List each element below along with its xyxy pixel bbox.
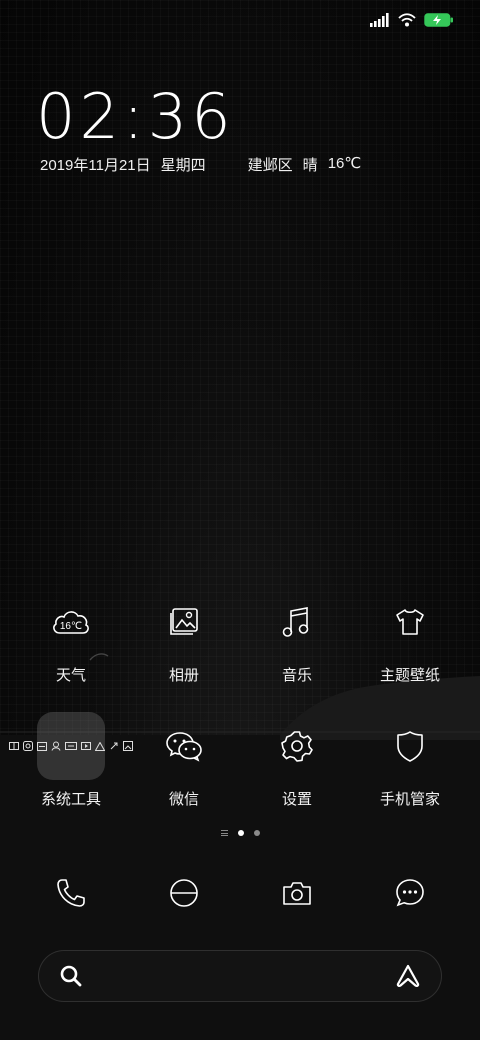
search-icon[interactable] <box>59 964 83 988</box>
dock-messages[interactable] <box>360 865 460 921</box>
app-label-security: 手机管家 <box>379 791 440 808</box>
location-text: 建邺区 <box>247 157 293 174</box>
app-music[interactable]: 音乐 <box>247 588 347 685</box>
minus-one-screen-icon <box>220 830 228 836</box>
app-settings[interactable]: 设置 <box>247 712 347 809</box>
app-weather[interactable]: 16℃ 天气 <box>21 588 121 685</box>
gallery-icon <box>150 588 218 656</box>
app-label-themes: 主题壁纸 <box>379 667 440 684</box>
weather-text: 晴 <box>302 157 318 174</box>
dock-camera[interactable] <box>247 865 347 921</box>
weather-cloud-icon: 16℃ <box>37 588 105 656</box>
messages-icon <box>382 865 438 921</box>
app-label-music: 音乐 <box>281 667 312 684</box>
assistant-icon[interactable] <box>395 964 421 988</box>
wifi-icon <box>398 13 416 27</box>
search-bar[interactable] <box>38 950 442 1002</box>
dock-phone[interactable] <box>21 865 121 921</box>
signal-icon <box>370 13 389 27</box>
page-indicator[interactable] <box>0 830 480 836</box>
folder-icon <box>9 712 133 780</box>
camera-icon <box>269 865 325 921</box>
music-icon <box>263 588 331 656</box>
page-dot <box>253 830 260 836</box>
clock-time: 02:36 <box>36 80 235 153</box>
app-label-wechat: 微信 <box>168 791 199 808</box>
app-label-settings: 设置 <box>281 791 312 808</box>
browser-icon <box>156 865 212 921</box>
temperature-text: 16℃ <box>327 155 362 172</box>
svg-text:16℃: 16℃ <box>60 621 82 632</box>
app-label-system-tools: 系统工具 <box>40 791 101 808</box>
dock-browser[interactable] <box>134 865 234 921</box>
app-folder-system-tools[interactable]: 系统工具 <box>9 712 133 809</box>
status-bar <box>370 10 454 30</box>
theme-shirt-icon <box>376 588 444 656</box>
security-shield-icon <box>376 712 444 780</box>
settings-gear-icon <box>263 712 331 780</box>
app-gallery[interactable]: 相册 <box>134 588 234 685</box>
weekday-text: 星期四 <box>160 157 206 174</box>
date-weather-line: 2019年11月21日 星期四 建邺区 晴 16℃ <box>40 154 361 175</box>
date-text: 2019年11月21日 <box>40 157 151 174</box>
app-label-gallery: 相册 <box>168 667 199 684</box>
app-label-weather: 天气 <box>55 667 86 684</box>
app-security[interactable]: 手机管家 <box>360 712 460 809</box>
battery-charging-icon <box>424 13 453 27</box>
wechat-icon <box>150 712 218 780</box>
app-wechat[interactable]: 微信 <box>134 712 234 809</box>
phone-icon <box>43 865 99 921</box>
app-themes[interactable]: 主题壁纸 <box>360 588 460 685</box>
page-dot-active <box>237 830 244 836</box>
